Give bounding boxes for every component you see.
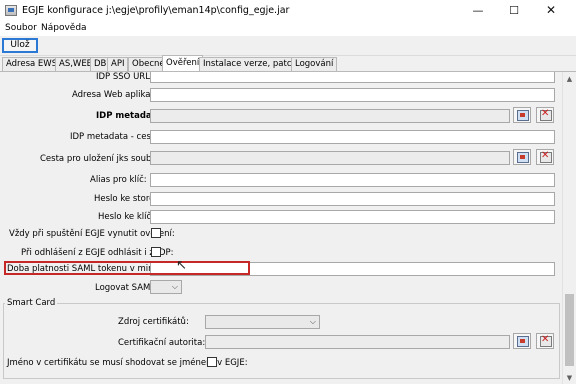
key-alias-label: Alias pro klíč: — [90, 175, 147, 185]
tab-api[interactable]: API — [107, 57, 129, 71]
highlight-box — [4, 261, 250, 275]
menu-soubor[interactable]: Soubor — [5, 23, 37, 33]
cert-source-select[interactable]: ⌵ — [205, 315, 320, 329]
save-button[interactable]: Ulož — [2, 38, 38, 53]
idp-metadata-open-file-icon[interactable] — [513, 107, 531, 123]
store-password-field[interactable] — [150, 192, 555, 206]
chevron-down-icon: ⌵ — [171, 282, 178, 291]
cert-source-label: Zdroj certifikátů: — [118, 317, 189, 327]
title-bar: EGJE konfigurace j:\egje\profily\eman14p… — [0, 0, 576, 22]
jks-path-delete-icon[interactable] — [536, 149, 554, 165]
toolbar: Ulož — [0, 36, 576, 56]
app-icon — [5, 5, 17, 16]
tab-logovani[interactable]: Logování — [291, 57, 338, 71]
window-title: EGJE konfigurace j:\egje\profily\eman14p… — [22, 5, 290, 16]
scroll-up-icon[interactable]: ▲ — [563, 72, 576, 86]
idp-sso-url-label: IDP SSO URL: — [96, 72, 153, 82]
smart-card-title: Smart Card — [5, 298, 58, 308]
cert-authority-field — [205, 335, 510, 349]
tab-strip: Adresa EWS AS,WEB DB API Obecné Ověření … — [0, 55, 576, 71]
menu-napoveda[interactable]: Nápověda — [41, 23, 87, 33]
force-auth-label: Vždy při spuštění EGJE vynutit ověření: — [9, 229, 175, 239]
idp-sso-url-field[interactable] — [150, 72, 555, 83]
mouse-pointer-icon: ↖ — [176, 258, 187, 273]
close-button[interactable]: ✕ — [533, 0, 569, 22]
key-password-label: Heslo ke klíči: — [98, 212, 157, 222]
idp-metadata-delete-icon[interactable] — [536, 107, 554, 123]
idp-logout-checkbox[interactable] — [151, 247, 161, 257]
cert-authority-open-file-icon[interactable] — [513, 333, 531, 349]
log-saml-select[interactable]: ⌵ — [150, 280, 182, 294]
cert-authority-delete-icon[interactable] — [536, 333, 554, 349]
key-alias-field[interactable] — [150, 173, 555, 187]
chevron-down-icon: ⌵ — [309, 317, 316, 326]
jks-path-field — [150, 151, 510, 165]
jks-path-open-file-icon[interactable] — [513, 149, 531, 165]
log-saml-label: Logovat SAML: — [95, 283, 158, 293]
cert-authority-label: Certifikační autorita: — [118, 338, 206, 348]
settings-panel: IDP SSO URL: Adresa Web aplikace: IDP me… — [0, 71, 576, 384]
scroll-down-icon[interactable]: ▼ — [563, 371, 576, 384]
vertical-scrollbar[interactable]: ▲ ▼ — [562, 72, 576, 384]
maximize-button[interactable]: ☐ — [496, 0, 532, 22]
minimize-button[interactable]: — — [460, 0, 496, 22]
idp-metadata-field — [150, 109, 510, 123]
idp-metadata-path-field[interactable] — [150, 130, 555, 144]
store-password-label: Heslo ke store: — [94, 194, 158, 204]
menu-bar: Soubor Nápověda — [0, 22, 576, 36]
key-password-field[interactable] — [150, 210, 555, 224]
name-match-checkbox[interactable] — [207, 357, 217, 367]
force-auth-checkbox[interactable] — [151, 228, 161, 238]
tab-overeni[interactable]: Ověření — [162, 55, 204, 71]
tab-adresa-ews[interactable]: Adresa EWS — [2, 57, 62, 71]
scrollbar-thumb[interactable] — [565, 294, 574, 366]
idp-metadata-path-label: IDP metadata - cesta: — [70, 132, 163, 142]
web-app-address-field[interactable] — [150, 88, 555, 102]
